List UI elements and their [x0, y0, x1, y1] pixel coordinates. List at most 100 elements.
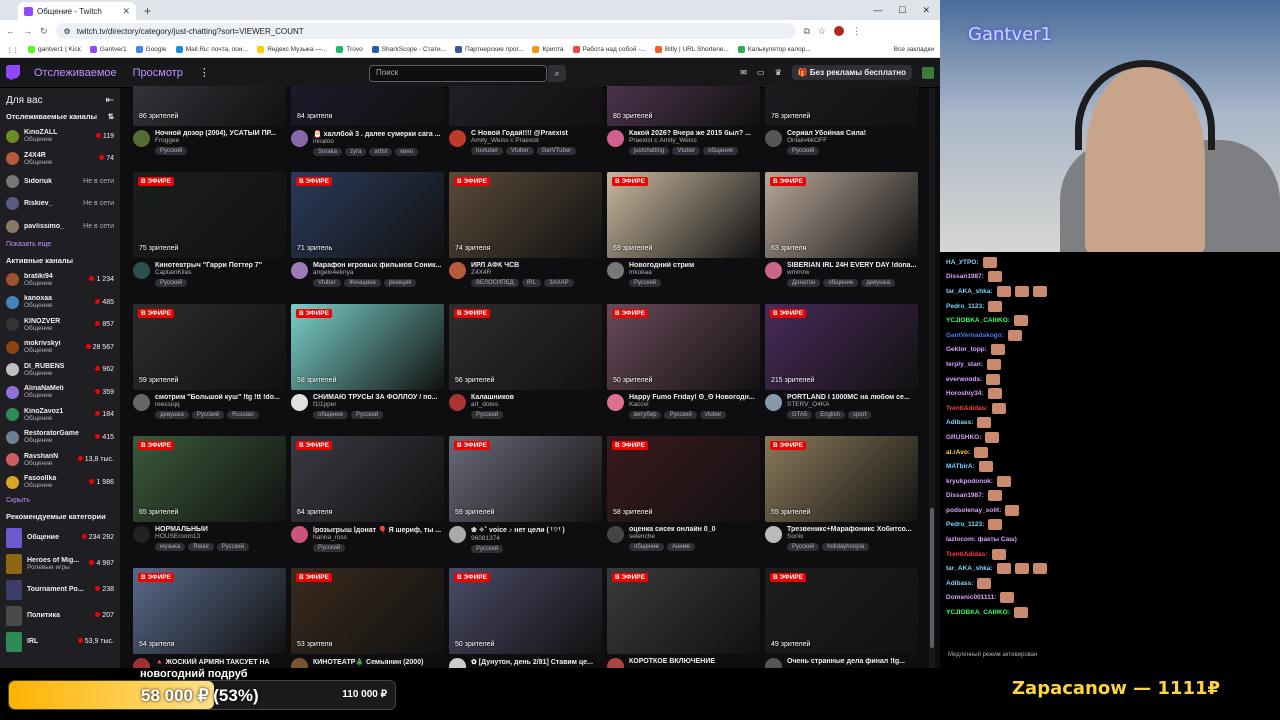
- stream-tag[interactable]: artist: [369, 148, 393, 156]
- channel-avatar[interactable]: [291, 262, 308, 279]
- stream-tag[interactable]: музыка: [155, 543, 186, 551]
- chat-username[interactable]: podsolenay_solit:: [946, 507, 1001, 514]
- chat-username[interactable]: Gektor_topp:: [946, 346, 987, 353]
- chat-username[interactable]: terply_stan:: [946, 361, 983, 368]
- stream-tag[interactable]: Русский: [471, 545, 504, 553]
- inbox-icon[interactable]: ✉: [740, 68, 747, 77]
- stream-tag[interactable]: ЗАХАР: [543, 279, 574, 287]
- stream-thumbnail[interactable]: В ЭФИРЕ 59 зрителей: [449, 436, 602, 522]
- search-input[interactable]: Поиск: [369, 65, 547, 82]
- stream-tag[interactable]: holidayhoopla: [822, 543, 870, 551]
- stream-tag[interactable]: общение: [313, 411, 348, 419]
- forward-icon[interactable]: →: [23, 26, 32, 36]
- channel-avatar[interactable]: [607, 262, 624, 279]
- chat-username[interactable]: Adibass:: [946, 419, 973, 426]
- bookmark-item[interactable]: Google: [135, 46, 167, 53]
- page-scrollbar[interactable]: [929, 88, 935, 668]
- active-channel[interactable]: KinoZavoz1 Общение 184: [6, 404, 114, 427]
- close-tab-icon[interactable]: ✕: [122, 6, 130, 17]
- maximize-icon[interactable]: ☐: [898, 5, 906, 16]
- stream-title[interactable]: Трезвеникс+Марафоникс Хобитсо...: [787, 526, 918, 533]
- url-field[interactable]: ⚙ twitch.tv/directory/category/just-chat…: [55, 23, 796, 39]
- bookmark-item[interactable]: Bitly | URL Shortene...: [654, 46, 729, 53]
- channel-name[interactable]: Kaccel: [629, 401, 760, 408]
- channel-name[interactable]: hanna_ross: [313, 534, 444, 541]
- stream-card[interactable]: В ЭФИРЕ 63 зрителя SIBERIAN IRL 24H EVERY …: [765, 172, 918, 287]
- stream-tag[interactable]: Русский: [787, 147, 820, 155]
- stream-tag[interactable]: Русский: [664, 411, 697, 419]
- channel-avatar[interactable]: [607, 130, 624, 147]
- active-channel[interactable]: DI_RUBENS Общение 962: [6, 359, 114, 382]
- channel-name[interactable]: Onlain4ikOFF: [787, 137, 918, 144]
- followed-channel[interactable]: Sidoriuk Не в сети: [6, 170, 114, 193]
- stream-title[interactable]: Марафон игровых фильмов Соник...: [313, 262, 444, 269]
- chat-username[interactable]: al.rAvo:: [946, 449, 970, 456]
- stream-tag[interactable]: Русский: [155, 147, 188, 155]
- user-avatar[interactable]: [922, 66, 934, 79]
- bookmark-item[interactable]: Gantver1: [89, 46, 127, 53]
- channel-name[interactable]: 96081374: [471, 535, 602, 542]
- stream-tag[interactable]: Vtuber: [506, 147, 534, 155]
- stream-card[interactable]: С Новой Годай!!!! @Praexist Amity_Weiss с…: [449, 86, 602, 155]
- twitch-logo-icon[interactable]: [6, 65, 20, 80]
- stream-tag[interactable]: Russian: [227, 411, 259, 419]
- stream-tag[interactable]: общение: [629, 543, 664, 551]
- chat-username[interactable]: TrentiAdidas:: [946, 551, 988, 558]
- whispers-icon[interactable]: ▭: [757, 68, 765, 77]
- chat-username[interactable]: Horoshiy34:: [946, 390, 984, 397]
- stream-thumbnail[interactable]: В ЭФИРЕ 59 зрителей: [133, 304, 286, 390]
- stream-title[interactable]: смотрим "Большой куш" !tg !tt !do...: [155, 394, 286, 401]
- nav-browse[interactable]: Просмотр: [133, 67, 183, 79]
- recommended-category[interactable]: IRL 53,9 тыс.: [6, 629, 114, 655]
- bookmark-item[interactable]: Крипта: [532, 46, 564, 53]
- chat-username[interactable]: Dissan1987:: [946, 273, 984, 280]
- stream-tag[interactable]: ВЕЛОСИПЕД: [471, 279, 519, 287]
- active-channel[interactable]: KINOZVER Общение 857: [6, 314, 114, 337]
- menu-icon[interactable]: ⋮: [852, 26, 861, 37]
- stream-thumbnail[interactable]: В ЭФИРЕ 58 зрителей: [291, 304, 444, 390]
- channel-name[interactable]: wmmrw: [787, 269, 918, 276]
- stream-thumbnail[interactable]: 86 зрителей: [133, 86, 286, 126]
- active-channel[interactable]: bratiki94 Общение 1 234: [6, 269, 114, 292]
- channel-name[interactable]: reessiqq: [155, 401, 286, 408]
- channel-avatar[interactable]: [133, 394, 150, 411]
- stream-tag[interactable]: Женщина: [343, 279, 381, 287]
- chat-username[interactable]: tar_AKA_shka:: [946, 565, 993, 572]
- stream-thumbnail[interactable]: В ЭФИРЕ 50 зрителей: [449, 568, 602, 654]
- chat-username[interactable]: MATbirA:: [946, 463, 975, 470]
- more-icon[interactable]: ⋮: [199, 66, 210, 79]
- bookmark-item[interactable]: Яндекс Музыка —...: [256, 46, 327, 53]
- stream-card[interactable]: 78 зрителей Сериал Убойная Сила! Onlain4ik…: [765, 86, 918, 155]
- active-channel[interactable]: AlinaNaMeli Общение 359: [6, 381, 114, 404]
- browser-tab[interactable]: Общение - Twitch ✕: [18, 2, 136, 20]
- stream-card[interactable]: В ЭФИРЕ 74 зрителя ИРЛ АФК ЧСВ Z4X4R ВЕЛОСИП…: [449, 172, 602, 287]
- bookmark-item[interactable]: Trovo: [336, 46, 363, 53]
- stream-tag[interactable]: витубер: [629, 411, 662, 419]
- stream-tag[interactable]: Vtuber: [313, 279, 341, 287]
- chat-username[interactable]: Pedro_1123:: [946, 521, 984, 528]
- bookmark-item[interactable]: gantver1 | Kick: [28, 46, 81, 53]
- stream-card[interactable]: В ЭФИРЕ 71 зритель Марафон игровых фильмов…: [291, 172, 444, 287]
- stream-card[interactable]: В ЭФИРЕ 59 зрителей ❀ ✧˚ voice ♪ нет цели …: [449, 436, 602, 553]
- channel-avatar[interactable]: [133, 658, 150, 668]
- chat-username[interactable]: Domenic001111:: [946, 594, 996, 601]
- bookmark-star-icon[interactable]: ☆: [818, 26, 826, 37]
- chat-username[interactable]: everwoods:: [946, 376, 982, 383]
- chat-username[interactable]: YCJIOBKA_CAIIIKO:: [946, 317, 1010, 324]
- channel-avatar[interactable]: [133, 262, 150, 279]
- channel-name[interactable]: Amity_Weiss с Praexist: [471, 137, 602, 144]
- chat-username[interactable]: НА_УТРО:: [946, 259, 979, 266]
- stream-thumbnail[interactable]: В ЭФИРЕ 50 зрителей: [607, 304, 760, 390]
- channel-name[interactable]: innaloo: [313, 138, 444, 145]
- stream-card[interactable]: В ЭФИРЕ 64 зрителя lрозыгрыш lдонат 🎈 Я ше…: [291, 436, 444, 552]
- stream-tag[interactable]: Русский: [350, 411, 384, 419]
- adfree-button[interactable]: 🎁 Без рекламы бесплатно: [791, 65, 912, 80]
- channel-avatar[interactable]: [449, 658, 466, 668]
- stream-title[interactable]: ❀ ✧˚ voice ♪ нет цели ( ᵗ⌔ᵗ ): [471, 526, 602, 535]
- stream-card[interactable]: В ЭФИРЕ 56 зрителей Калашников art_dotes Рус…: [449, 304, 602, 419]
- stream-tag[interactable]: Soraka: [313, 148, 343, 156]
- stream-thumbnail[interactable]: В ЭФИРЕ 65 зрителей: [133, 436, 286, 522]
- stream-thumbnail[interactable]: В ЭФИРЕ: [607, 568, 760, 654]
- collapse-icon[interactable]: ⇤: [106, 95, 114, 106]
- channel-avatar[interactable]: [449, 262, 466, 279]
